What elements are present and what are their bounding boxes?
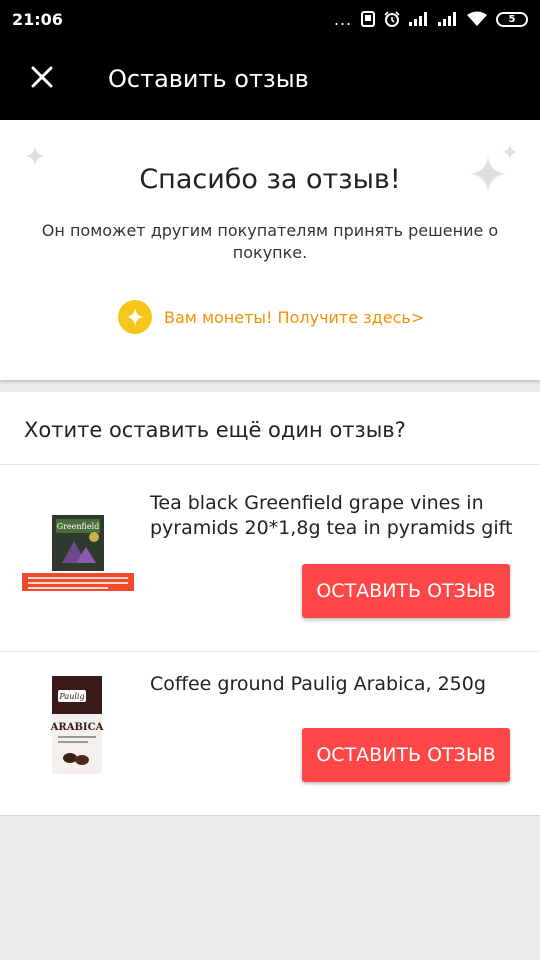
close-button[interactable] (0, 38, 84, 120)
app-bar: Оставить отзыв (0, 38, 540, 120)
coins-link-text: Вам монеты! Получите здесь> (164, 307, 425, 327)
product-image-coffee[interactable]: Paulig ARABICA (22, 670, 134, 782)
product-image-tea[interactable]: Greenfield (22, 501, 134, 613)
leave-review-button[interactable]: ОСТАВИТЬ ОТЗЫВ (302, 728, 510, 782)
product-item: Greenfield Tea black Greenfield grape vi… (0, 465, 540, 651)
signal-icon (438, 12, 458, 26)
product-image-brand: Greenfield (57, 522, 100, 531)
more-reviews-section: Хотите оставить ещё один отзыв? Greenfie… (0, 392, 540, 816)
wifi-icon (467, 11, 487, 27)
signal-icon (409, 12, 429, 26)
sparkle-icon (502, 144, 518, 165)
screen-rotation-icon (361, 11, 375, 27)
more-notifications-icon: ... (333, 9, 352, 29)
status-time: 21:06 (12, 9, 63, 29)
product-item: Paulig ARABICA Coffee ground Paulig Arab… (0, 652, 540, 816)
thanks-subtitle: Он поможет другим покупателям принять ре… (41, 221, 499, 262)
thanks-card: Спасибо за отзыв! Он поможет другим поку… (0, 120, 540, 380)
product-image-brand: Paulig (58, 692, 84, 701)
status-bar: 21:06 ... 5 (0, 0, 540, 38)
thanks-title: Спасибо за отзыв! (139, 164, 401, 195)
coin-icon (118, 300, 152, 334)
alarm-icon (384, 11, 400, 27)
status-icons: ... 5 (334, 10, 528, 28)
product-name[interactable]: Tea black Greenfield grape vines in pyra… (150, 491, 522, 541)
leave-review-button[interactable]: ОСТАВИТЬ ОТЗЫВ (302, 564, 510, 618)
product-name[interactable]: Coffee ground Paulig Arabica, 250g (150, 672, 522, 697)
battery-icon: 5 (496, 11, 528, 27)
more-reviews-title: Хотите оставить ещё один отзыв? (24, 418, 406, 442)
close-icon (31, 66, 53, 93)
product-image-label: ARABICA (50, 722, 104, 733)
get-coins-link[interactable]: Вам монеты! Получите здесь> (118, 300, 424, 334)
page-title: Оставить отзыв (108, 65, 309, 93)
